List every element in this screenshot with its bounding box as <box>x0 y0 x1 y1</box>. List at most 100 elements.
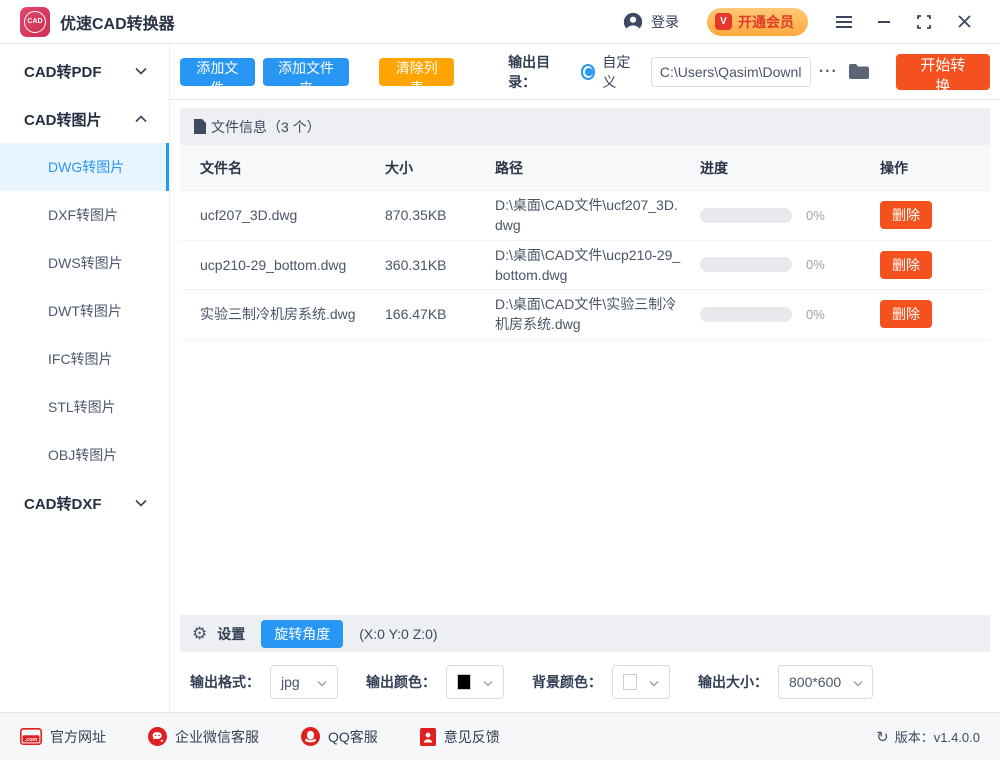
user-avatar-icon <box>622 11 644 33</box>
titlebar: CAD 优速CAD转换器 登录 V 开通会员 <box>0 0 1000 44</box>
sidebar-item-label: IFC转图片 <box>48 349 113 369</box>
table-row: ucf207_3D.dwg 870.35KB D:\桌面\CAD文件\ucf20… <box>180 191 990 241</box>
col-path: 路径 <box>495 158 700 178</box>
output-size-label: 输出大小： <box>698 672 768 692</box>
feedback-link[interactable]: 意见反馈 <box>420 727 500 747</box>
sidebar-item-ifc-to-image[interactable]: IFC转图片 <box>0 335 169 383</box>
progress-percent: 0% <box>806 257 825 272</box>
delete-button[interactable]: 删除 <box>880 300 932 328</box>
sidebar-item-dxf-to-image[interactable]: DXF转图片 <box>0 191 169 239</box>
file-name: 实验三制冷机房系统.dwg <box>200 304 385 324</box>
progress-percent: 0% <box>806 208 825 223</box>
feedback-icon <box>420 728 436 746</box>
table-row: ucp210-29_bottom.dwg 360.31KB D:\桌面\CAD文… <box>180 241 990 291</box>
app-logo-text: CAD <box>24 11 46 33</box>
login-button[interactable]: 登录 <box>622 11 679 33</box>
wechat-support-link[interactable]: 企业微信客服 <box>148 727 259 747</box>
qq-support-label: QQ客服 <box>328 727 378 747</box>
progress-bar <box>700 307 792 322</box>
chevron-down-icon <box>317 674 327 690</box>
sidebar-item-label: CAD转PDF <box>24 61 102 82</box>
version-info: ↻ 版本：v1.4.0.0 <box>876 727 980 746</box>
background-color-select[interactable] <box>612 665 670 699</box>
official-site-link[interactable]: .com 官方网址 <box>20 727 106 747</box>
file-path: D:\桌面\CAD文件\ucp210-29_bottom.dwg <box>495 245 700 286</box>
sidebar-item-cad-to-dxf[interactable]: CAD转DXF <box>0 479 169 527</box>
file-size: 360.31KB <box>385 257 495 273</box>
output-format-label: 输出格式： <box>190 672 260 692</box>
gear-icon: ⚙ <box>192 625 207 642</box>
file-name: ucp210-29_bottom.dwg <box>200 255 385 275</box>
chevron-down-icon <box>135 499 147 507</box>
vip-label: 开通会员 <box>738 12 794 32</box>
file-size: 166.47KB <box>385 306 495 322</box>
browse-more-button[interactable]: ··· <box>819 63 838 81</box>
sidebar-item-dwg-to-image[interactable]: DWG转图片 <box>0 143 169 191</box>
rotate-angle-button[interactable]: 旋转角度 <box>261 620 343 648</box>
table-header-row: 文件名 大小 路径 进度 操作 <box>180 145 990 191</box>
app-logo-icon: CAD <box>20 7 50 37</box>
background-color-label: 背景颜色： <box>532 672 602 692</box>
output-path-input[interactable] <box>651 57 811 87</box>
chevron-down-icon <box>853 674 863 690</box>
background-color-swatch <box>623 674 637 690</box>
delete-button[interactable]: 删除 <box>880 251 932 279</box>
custom-dir-radio[interactable] <box>581 64 595 80</box>
maximize-icon[interactable] <box>904 5 944 39</box>
sidebar-item-cad-to-pdf[interactable]: CAD转PDF <box>0 47 169 95</box>
sidebar-item-dws-to-image[interactable]: DWS转图片 <box>0 239 169 287</box>
file-size: 870.35KB <box>385 207 495 223</box>
file-name: ucf207_3D.dwg <box>200 205 385 225</box>
refresh-icon[interactable]: ↻ <box>876 728 889 746</box>
wechat-support-label: 企业微信客服 <box>175 727 259 747</box>
progress-bar <box>700 208 792 223</box>
sidebar-item-cad-to-image[interactable]: CAD转图片 <box>0 95 169 143</box>
svg-text:.com: .com <box>25 737 38 743</box>
col-action: 操作 <box>880 158 990 178</box>
table-row: 实验三制冷机房系统.dwg 166.47KB D:\桌面\CAD文件\实验三制冷… <box>180 290 990 340</box>
file-path: D:\桌面\CAD文件\ucf207_3D.dwg <box>495 195 700 236</box>
sidebar-item-label: OBJ转图片 <box>48 445 117 465</box>
qq-icon <box>301 727 320 746</box>
rotation-values: (X:0 Y:0 Z:0) <box>359 626 437 642</box>
website-com-icon: .com <box>20 728 42 745</box>
sidebar-item-obj-to-image[interactable]: OBJ转图片 <box>0 431 169 479</box>
delete-button[interactable]: 删除 <box>880 201 932 229</box>
sidebar-item-stl-to-image[interactable]: STL转图片 <box>0 383 169 431</box>
clear-list-button[interactable]: 清除列表 <box>379 58 454 86</box>
output-color-swatch <box>457 674 471 690</box>
wechat-icon <box>148 727 167 746</box>
open-vip-button[interactable]: V 开通会员 <box>707 8 808 36</box>
custom-dir-label: 自定义 <box>602 52 638 92</box>
col-size: 大小 <box>385 158 495 178</box>
settings-bar: ⚙ 设置 旋转角度 (X:0 Y:0 Z:0) <box>180 615 990 652</box>
qq-support-link[interactable]: QQ客服 <box>301 727 378 747</box>
chevron-down-icon <box>135 67 147 75</box>
app-title: 优速CAD转换器 <box>60 10 175 34</box>
add-file-button[interactable]: 添加文件 <box>180 58 255 86</box>
footer: .com 官方网址 企业微信客服 QQ客服 意见反馈 ↻ 版本：v <box>0 712 1000 760</box>
vip-badge-icon: V <box>715 13 732 30</box>
file-info-title: 文件信息（3 个） <box>211 117 321 137</box>
menu-icon[interactable] <box>824 5 864 39</box>
output-color-select[interactable] <box>446 665 504 699</box>
start-convert-button[interactable]: 开始转换 <box>896 54 990 90</box>
toolbar: 添加文件 添加文件夹 清除列表 输出目录： 自定义 ··· 开始转换 <box>170 44 1000 100</box>
sidebar-item-dwt-to-image[interactable]: DWT转图片 <box>0 287 169 335</box>
chevron-down-icon <box>483 674 493 690</box>
feedback-label: 意见反馈 <box>444 727 500 747</box>
output-format-select[interactable]: jpg <box>270 665 338 699</box>
output-size-select[interactable]: 800*600 <box>778 665 873 699</box>
col-progress: 进度 <box>700 158 880 178</box>
sidebar-item-label: DXF转图片 <box>48 205 118 225</box>
minimize-icon[interactable] <box>864 5 904 39</box>
window-controls <box>824 5 984 39</box>
file-info-header: 文件信息（3 个） <box>180 108 990 145</box>
sidebar-item-label: DWG转图片 <box>48 157 124 177</box>
close-icon[interactable] <box>944 5 984 39</box>
version-label: 版本：v1.4.0.0 <box>895 727 980 746</box>
add-folder-button[interactable]: 添加文件夹 <box>263 58 350 86</box>
open-folder-icon[interactable] <box>848 63 870 80</box>
output-dir-label: 输出目录： <box>508 52 569 92</box>
col-filename: 文件名 <box>200 158 385 178</box>
